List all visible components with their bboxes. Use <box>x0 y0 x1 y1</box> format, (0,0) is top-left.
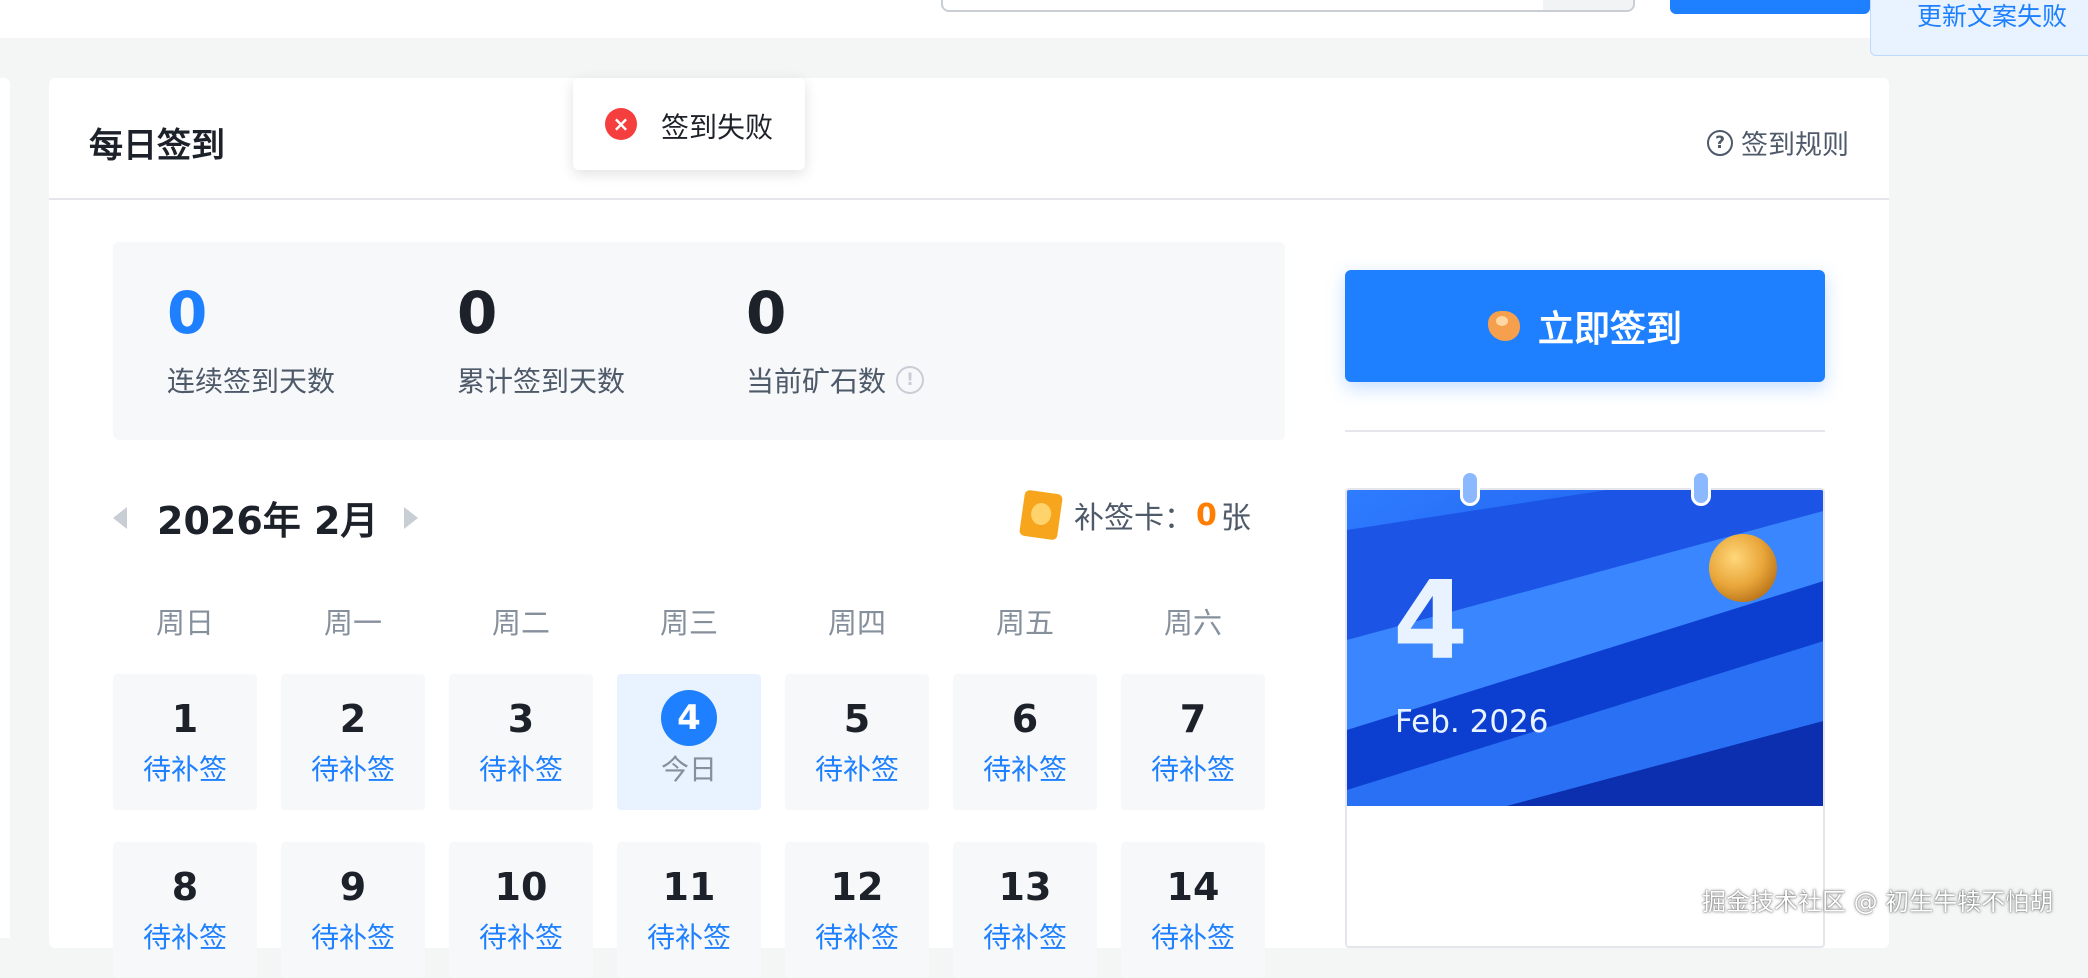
top-action-button[interactable] <box>1670 0 1870 14</box>
day-number: 8 <box>171 865 199 909</box>
calendar-day[interactable]: 6 待补签 <box>953 674 1097 810</box>
day-number: 7 <box>1179 697 1207 741</box>
next-month-icon[interactable] <box>404 506 419 529</box>
calendar-ring-icon <box>1691 470 1711 506</box>
day-status: 待补签 <box>814 753 899 786</box>
day-status: 待补签 <box>814 921 899 954</box>
weekday-label: 周一 <box>323 606 382 640</box>
calendar-day[interactable]: 1 待补签 <box>113 674 257 810</box>
search-input[interactable] <box>941 0 1635 12</box>
calendar-ring-icon <box>1460 470 1480 506</box>
info-icon[interactable]: ! <box>896 366 925 394</box>
calendar-day[interactable]: 7 待补签 <box>1121 674 1265 810</box>
calendar-day-today[interactable]: 4 今日 <box>617 674 761 810</box>
stat-consecutive-days: 0 连续签到天数 <box>167 284 335 400</box>
day-number: 9 <box>339 865 367 909</box>
stat-total-days: 0 累计签到天数 <box>457 284 625 400</box>
notification-banner: 更新文案失败 <box>1870 0 2088 56</box>
prev-month-icon[interactable] <box>113 506 127 529</box>
calendar-day[interactable]: 12 待补签 <box>785 842 929 978</box>
calendar-day[interactable]: 5 待补签 <box>785 674 929 810</box>
search-button[interactable] <box>1543 0 1633 10</box>
stat-label: 连续签到天数 <box>167 365 336 398</box>
calendar-nav: 2026年 2月 <box>113 490 419 545</box>
checkin-button-label: 立即签到 <box>1537 309 1682 350</box>
calendar-day[interactable]: 3 待补签 <box>449 674 593 810</box>
day-status: 待补签 <box>310 921 395 954</box>
day-status: 待补签 <box>142 753 227 786</box>
day-number: 12 <box>830 865 884 909</box>
day-status: 待补签 <box>1150 921 1235 954</box>
day-number: 11 <box>662 865 716 909</box>
calendar-day[interactable]: 11 待补签 <box>617 842 761 978</box>
calendar-day[interactable]: 8 待补签 <box>113 842 257 978</box>
stat-ore-count: 0 当前矿石数 ! <box>746 279 925 400</box>
watermark: 掘金技术社区 @ 初生牛犊不怕胡 <box>1702 888 2054 916</box>
toast-message: 签到失败 <box>661 111 774 144</box>
day-number: 5 <box>843 697 871 741</box>
calendar-day[interactable]: 2 待补签 <box>281 674 425 810</box>
day-number: 1 <box>171 697 199 741</box>
stat-label: 累计签到天数 <box>457 365 626 398</box>
day-status: 待补签 <box>1150 753 1235 786</box>
weekday-label: 周三 <box>659 606 718 640</box>
makeup-card-count: 补签卡： 0 张 <box>1018 489 1251 541</box>
stat-label: 当前矿石数 ! <box>746 360 925 400</box>
weekday-label: 周六 <box>1163 606 1222 640</box>
date-card-month: Feb. 2026 <box>1395 704 1549 740</box>
weekday-label: 周五 <box>995 606 1054 640</box>
day-status: 待补签 <box>310 753 395 786</box>
makeup-card-label: 补签卡： <box>1074 501 1194 536</box>
stat-value: 0 <box>457 279 498 347</box>
day-status: 待补签 <box>478 753 563 786</box>
day-number: 13 <box>998 865 1052 909</box>
day-number: 3 <box>507 697 535 741</box>
day-number: 4 <box>661 690 717 746</box>
day-status: 待补签 <box>982 753 1067 786</box>
month-title: 2026年 2月 <box>157 499 379 543</box>
day-number: 2 <box>339 697 367 741</box>
day-number: 10 <box>494 865 548 909</box>
question-circle-icon: ? <box>1707 129 1733 156</box>
day-status: 今日 <box>660 753 717 786</box>
top-bar <box>0 0 2088 38</box>
date-card: 4 Feb. 2026 <box>1345 488 1825 948</box>
date-card-day: 4 <box>1393 559 1469 684</box>
notification-text: 更新文案失败 <box>1917 2 2068 31</box>
stat-value: 0 <box>746 279 787 347</box>
day-status: 待补签 <box>478 921 563 954</box>
weekday-label: 周四 <box>827 606 886 640</box>
panel-header: 每日签到 ? 签到规则 <box>49 78 1889 200</box>
day-number: 6 <box>1011 697 1039 741</box>
checkin-rules-link[interactable]: ? 签到规则 <box>1707 123 1849 162</box>
checkin-rules-label: 签到规则 <box>1741 130 1849 161</box>
calendar-day[interactable]: 9 待补签 <box>281 842 425 978</box>
weekday-label: 周日 <box>155 606 214 640</box>
makeup-card-number: 0 <box>1196 497 1217 533</box>
day-number: 14 <box>1166 865 1220 909</box>
makeup-card-unit: 张 <box>1220 501 1251 536</box>
checkin-button[interactable]: 立即签到 <box>1345 270 1825 382</box>
page-title: 每日签到 <box>89 126 225 166</box>
day-status: 待补签 <box>646 921 731 954</box>
calendar-day[interactable]: 10 待补签 <box>449 842 593 978</box>
divider <box>1345 430 1825 432</box>
error-toast: × 签到失败 <box>573 78 805 170</box>
error-x-icon: × <box>605 108 637 140</box>
makeup-card-icon <box>1018 489 1064 541</box>
stat-value: 0 <box>167 279 208 347</box>
stats-summary: 0 连续签到天数 0 累计签到天数 0 当前矿石数 ! <box>113 242 1285 440</box>
calendar-day[interactable]: 13 待补签 <box>953 842 1097 978</box>
left-sidebar-edge <box>0 78 10 938</box>
day-status: 待补签 <box>142 921 227 954</box>
calendar-day[interactable]: 14 待补签 <box>1121 842 1265 978</box>
weekday-label: 周二 <box>491 606 550 640</box>
day-status: 待补签 <box>982 921 1067 954</box>
ore-icon <box>1487 311 1520 341</box>
